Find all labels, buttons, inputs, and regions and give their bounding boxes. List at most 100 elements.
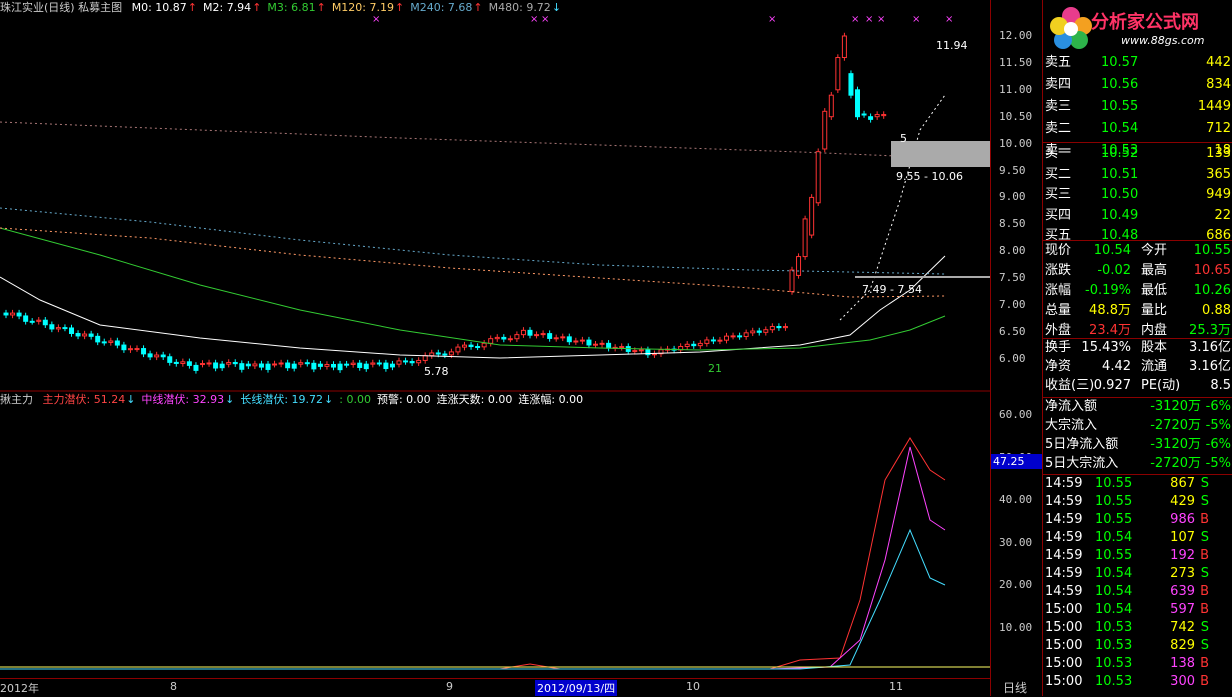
- tick-time: 14:59: [1045, 584, 1083, 599]
- candle-body: [357, 362, 363, 368]
- candle-body: [3, 312, 9, 316]
- candle-body: [75, 332, 81, 337]
- candle-body: [619, 346, 625, 349]
- tick-volume: 107: [1170, 530, 1195, 545]
- flow-row: 大宗流入 -2720万 -5%: [1043, 417, 1232, 435]
- fund-label: 股本: [1141, 340, 1168, 355]
- candle-body: [29, 320, 35, 323]
- tick-time: 15:00: [1045, 674, 1083, 689]
- tick-side: B: [1200, 602, 1209, 617]
- candle-body: [213, 362, 219, 369]
- candle-body: [160, 354, 166, 358]
- indicator-label-5: 连涨天数: 0.00: [436, 393, 513, 406]
- candle-body: [724, 335, 729, 341]
- flow-label: 5日净流入额: [1045, 437, 1119, 452]
- quote-value: 10.26: [1193, 283, 1231, 298]
- bid-row: 买二 10.51 365: [1043, 166, 1232, 184]
- ask-row: 卖四 10.56 834: [1043, 76, 1232, 94]
- x-axis-label: 10: [686, 680, 700, 693]
- y-axis-label: 7.00: [999, 298, 1026, 311]
- quote-label: 最低: [1141, 283, 1168, 298]
- tick-row: 15:00 10.53 300 B: [1043, 673, 1232, 691]
- candle-body: [219, 363, 225, 369]
- tick-side: B: [1200, 548, 1209, 563]
- candle-body: [514, 334, 520, 340]
- tick-volume: 429: [1170, 494, 1195, 509]
- tick-side: S: [1200, 494, 1209, 509]
- chart-area[interactable]: × × × × × × × × × 11.94 5.78 9.55 - 10.06 7.49 - 7.5…: [0, 0, 990, 678]
- tick-price: 10.55: [1095, 548, 1133, 563]
- bid-price: 10.50: [1101, 187, 1139, 202]
- tick-side: B: [1200, 656, 1209, 671]
- ma-label-0: M0: 10.87: [131, 1, 187, 14]
- signal-marker: ×: [851, 14, 859, 25]
- flow-value: -3120万: [1150, 399, 1201, 414]
- indicator-axis-label: 40.00: [999, 493, 1033, 506]
- x-axis: 2012年 8 9 2012/09/13/四 10 11: [0, 678, 990, 697]
- ask-price: 10.54: [1101, 121, 1139, 136]
- divider: [1043, 142, 1232, 143]
- bid-volume: 22: [1214, 207, 1231, 223]
- candle-body: [383, 362, 389, 370]
- indicator-label-2: 长线潜伏: 19.72: [240, 393, 324, 406]
- candle-body: [311, 362, 317, 370]
- bid-price: 10.51: [1101, 166, 1139, 182]
- tick-row: 14:59 10.54 639 B: [1043, 583, 1232, 601]
- candle-body: [409, 361, 415, 364]
- ask-volume: 712: [1206, 121, 1231, 136]
- candle-body: [95, 335, 101, 343]
- candle-body: [809, 196, 815, 236]
- candle-body: [416, 359, 422, 364]
- chart-title: 珠江实业(日线) 私募主图: [0, 1, 123, 14]
- bid-price: 10.49: [1101, 207, 1139, 223]
- candle-body: [121, 344, 127, 351]
- signal-marker: ×: [912, 14, 920, 25]
- period-label[interactable]: 日线: [1003, 679, 1027, 696]
- fund-value: 3.16亿: [1189, 359, 1231, 374]
- flow-value: -2720万: [1150, 418, 1201, 433]
- indicator-label-1: 中线潜伏: 32.93: [141, 393, 225, 406]
- ask-row: 卖二 10.54 712: [1043, 120, 1232, 138]
- tick-price: 10.54: [1095, 584, 1133, 599]
- tick-time: 14:59: [1045, 476, 1083, 491]
- y-axis-label: 11.50: [999, 55, 1033, 69]
- candle-body: [481, 342, 487, 348]
- tick-price: 10.54: [1095, 602, 1133, 617]
- bid-volume: 365: [1206, 166, 1231, 182]
- candle-body: [822, 110, 828, 150]
- fundamental-row: 收益(三) 0.927 PE(动) 8.5: [1043, 377, 1232, 395]
- ask-label: 卖四: [1045, 77, 1072, 92]
- tick-side: B: [1200, 512, 1209, 527]
- quote-label: 最高: [1141, 263, 1168, 278]
- bid-row: 买三 10.50 949: [1043, 186, 1232, 204]
- x-axis-label: 11: [889, 680, 903, 693]
- candle-body: [10, 312, 16, 316]
- x-axis-label: 8: [170, 680, 177, 693]
- tick-volume: 138: [1170, 656, 1195, 671]
- quote-value: 10.65: [1193, 263, 1231, 278]
- quote-label: 量比: [1141, 303, 1168, 318]
- candle-body: [756, 330, 762, 333]
- indicator-label-4: 预警: 0.00: [376, 393, 431, 406]
- candle-body: [69, 327, 74, 334]
- flow-pct: -6%: [1205, 437, 1231, 452]
- fundamental-row: 净资 4.42 流通 3.16亿: [1043, 358, 1232, 376]
- candle-body: [396, 360, 402, 365]
- ma-label-arrow-2: ↑: [316, 1, 326, 14]
- candle-body: [730, 335, 736, 338]
- candle-body: [835, 57, 841, 91]
- candle-body: [448, 351, 454, 356]
- tick-row: 14:59 10.55 867 S: [1043, 475, 1232, 493]
- tick-time: 14:59: [1045, 494, 1083, 509]
- ask-label: 卖二: [1045, 121, 1072, 136]
- bid-row: 买四 10.49 22: [1043, 207, 1232, 225]
- candle-body: [579, 339, 585, 342]
- y-axis-label: 8.00: [999, 244, 1026, 258]
- candle-body: [245, 363, 251, 367]
- candlestick-chart[interactable]: × × × × × × × × ×11.945.789.55 - 10.067.49 - 7.5…: [0, 0, 990, 678]
- bid-volume: 949: [1206, 187, 1231, 202]
- bid-label: 买四: [1045, 207, 1072, 223]
- candle-body: [841, 35, 847, 59]
- y-axis-label: 10.00: [999, 136, 1033, 150]
- fund-value: 8.5: [1210, 378, 1231, 393]
